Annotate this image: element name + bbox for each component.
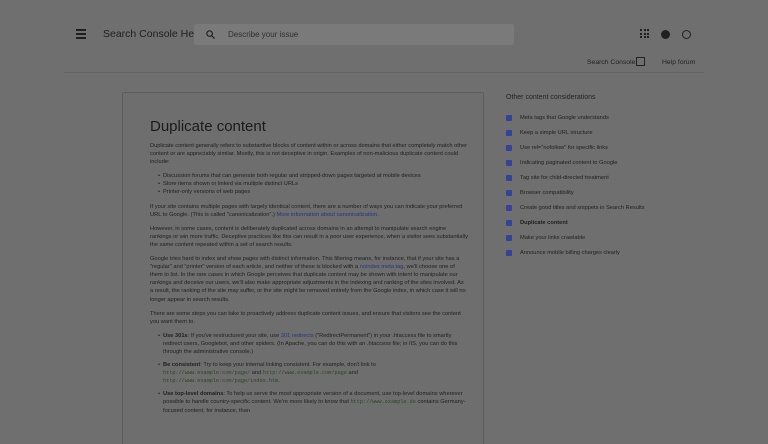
code-url: http://www.example.de [350, 399, 416, 406]
sidebar-item-crawlable-links[interactable]: Make your links crawlable [506, 234, 706, 242]
sidebar-item-label: Indicating paginated content to Google [520, 160, 618, 166]
search-box[interactable] [194, 24, 514, 45]
article-content: Duplicate content Duplicate content gene… [150, 118, 468, 421]
step-top-level-domains: Use top-level domains: To help us serve … [158, 390, 468, 414]
and-text: and [251, 370, 262, 377]
sidebar-item-duplicate-content[interactable]: Duplicate content [506, 219, 706, 227]
header-divider [64, 72, 704, 73]
apps-grid-icon[interactable] [640, 29, 649, 38]
sidebar-item-label: Duplicate content [520, 220, 568, 226]
canonicalization-link[interactable]: More information about canonicalization. [277, 212, 379, 218]
period-text: . [278, 378, 280, 385]
top-app-bar: Search Console Help [0, 0, 768, 72]
canonicalization-paragraph: If your site contains multiple pages wit… [150, 203, 468, 219]
301-redirects-link[interactable]: 301 redirects [281, 333, 314, 339]
open-in-new-icon[interactable] [636, 57, 645, 66]
document-icon [506, 160, 512, 166]
step-title: Use top-level domains [163, 391, 224, 398]
step-text: : If you've restructured your site, use [187, 332, 280, 339]
article-title: Duplicate content [150, 118, 266, 135]
sidebar-item-url-structure[interactable]: Keep a simple URL structure [506, 129, 706, 137]
sidebar-item-meta-tags[interactable]: Meta tags that Google understands [506, 114, 706, 122]
document-icon [506, 130, 512, 136]
search-icon [206, 30, 216, 40]
sidebar-item-label: Use rel="nofollow" for specific links [520, 145, 608, 151]
sidebar-item-browser-compatibility[interactable]: Browser compatibility [506, 189, 706, 197]
step-title: Use 301s [163, 332, 188, 339]
sidebar-item-titles-snippets[interactable]: Create good titles and snippets in Searc… [506, 204, 706, 212]
brand-title[interactable]: Search Console Help [103, 28, 202, 40]
sidebar-item-nofollow[interactable]: Use rel="nofollow" for specific links [506, 144, 706, 152]
account-icon[interactable] [661, 30, 670, 39]
sidebar-item-label: Make your links crawlable [520, 235, 586, 241]
example-item: Printer-only versions of web pages [158, 188, 468, 196]
document-icon [506, 235, 512, 241]
step-consistent: Be consistent: Try to keep your internal… [158, 361, 468, 385]
example-item: Discussion forums that can generate both… [158, 172, 468, 180]
sidebar-item-label: Meta tags that Google understands [520, 115, 609, 121]
help-forum-link[interactable]: Help forum [662, 59, 695, 66]
code-url: http://www.example.com/page [262, 370, 347, 377]
document-icon [506, 220, 512, 226]
related-sidebar: Other content considerations Meta tags t… [506, 94, 706, 264]
sidebar-item-mobile-billing[interactable]: Announce mobile billing charges clearly [506, 249, 706, 257]
noindex-link[interactable]: noindex meta tag [360, 264, 404, 270]
intro-paragraph: Duplicate content generally refers to su… [150, 143, 468, 166]
document-icon [506, 190, 512, 196]
steps-list: Use 301s: If you've restructured your si… [158, 332, 468, 415]
document-icon [506, 250, 512, 256]
and-text: and [348, 370, 359, 377]
search-console-link[interactable]: Search Console [587, 59, 635, 66]
document-icon [506, 205, 512, 211]
step-301s: Use 301s: If you've restructured your si… [158, 332, 468, 356]
code-url: http://www.example.com/page/ [163, 370, 251, 377]
code-url: http://www.example.com/page/index.htm [163, 378, 279, 385]
document-icon [506, 145, 512, 151]
document-icon [506, 175, 512, 181]
sidebar-item-label: Announce mobile billing charges clearly [520, 250, 620, 256]
sidebar-item-label: Keep a simple URL structure [520, 130, 593, 136]
sidebar-title: Other content considerations [506, 94, 596, 101]
sidebar-item-child-directed[interactable]: Tag site for child-directed treatment [506, 174, 706, 182]
examples-list: Discussion forums that can generate both… [158, 172, 468, 196]
document-icon [506, 115, 512, 121]
filtering-paragraph: Google tries hard to index and show page… [150, 255, 468, 304]
search-input[interactable] [228, 27, 498, 42]
steps-intro-paragraph: There are some steps you can take to pro… [150, 310, 461, 325]
sidebar-item-label: Create good titles and snippets in Searc… [520, 205, 645, 211]
sidebar-item-pagination[interactable]: Indicating paginated content to Google [506, 159, 706, 167]
sidebar-item-label: Browser compatibility [520, 190, 574, 196]
notification-icon[interactable] [682, 30, 691, 39]
example-item: Store items shown or linked via multiple… [158, 180, 468, 188]
step-text: : Try to keep your internal linking cons… [200, 362, 376, 369]
step-title: Be consistent [163, 362, 201, 369]
deceptive-paragraph: However, in some cases, content is delib… [150, 225, 468, 248]
menu-icon[interactable] [76, 29, 86, 39]
sidebar-item-label: Tag site for child-directed treatment [520, 175, 609, 181]
